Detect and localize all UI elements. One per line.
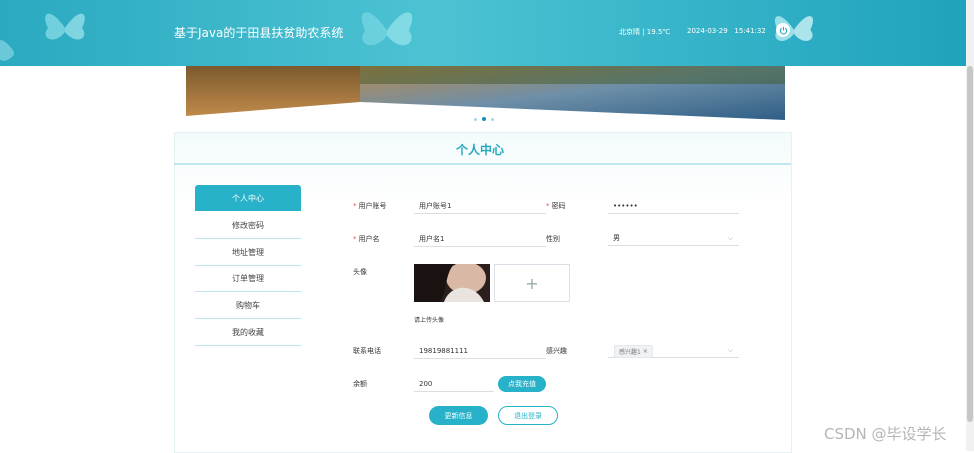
phone-input[interactable]: 19819881111 xyxy=(414,344,546,359)
gender-label-text: 性别 xyxy=(546,235,560,243)
carousel-banner[interactable] xyxy=(186,66,785,120)
balance-label-text: 余额 xyxy=(353,380,367,388)
chevron-down-icon: ⌵ xyxy=(727,234,733,242)
site-header: 基于Java的于田县扶贫助农系统 北京晴 | 19.5℃ 2024-03-29 … xyxy=(0,0,966,66)
sidebar-item-label: 订单管理 xyxy=(232,273,264,283)
sidebar-item-profile[interactable]: 个人中心 xyxy=(195,185,301,211)
account-label: * 用户账号 xyxy=(353,201,387,211)
balance-value: 200 xyxy=(419,380,433,388)
watermark: CSDN @毕设学长 xyxy=(824,425,947,443)
logout-label: 退出登录 xyxy=(514,411,542,420)
balance-input[interactable]: 200 xyxy=(414,377,494,392)
datetime: 2024-03-29 15:41:32 xyxy=(687,27,766,35)
password-label: * 密码 xyxy=(546,201,566,211)
gender-label: 性别 xyxy=(546,234,560,244)
avatar-label-text: 头像 xyxy=(353,268,367,276)
sidebar-item-change-password[interactable]: 修改密码 xyxy=(195,212,301,239)
carousel-dot[interactable] xyxy=(474,118,477,121)
time-text: 15:41:32 xyxy=(734,27,766,35)
required-mark: * xyxy=(353,202,357,210)
sidebar-item-label: 购物车 xyxy=(236,300,260,310)
plus-icon: + xyxy=(525,273,539,293)
sidebar-item-orders[interactable]: 订单管理 xyxy=(195,265,301,292)
balance-label: 余额 xyxy=(353,379,367,389)
sidebar-item-label: 修改密码 xyxy=(232,220,264,230)
sidebar-item-label: 地址管理 xyxy=(232,247,264,257)
phone-value: 19819881111 xyxy=(419,347,468,355)
power-icon xyxy=(779,26,787,34)
page-title: 个人中心 xyxy=(456,143,505,157)
sidebar-item-label: 个人中心 xyxy=(232,193,264,203)
logout-power-button[interactable] xyxy=(776,23,790,37)
phone-label: 联系电话 xyxy=(353,346,381,356)
update-label: 更新信息 xyxy=(444,411,473,420)
password-input[interactable]: •••••• xyxy=(608,199,739,214)
account-input[interactable]: 用户账号1 xyxy=(414,199,546,214)
password-value: •••••• xyxy=(613,202,638,210)
close-icon[interactable]: × xyxy=(643,348,648,355)
username-input[interactable]: 用户名1 xyxy=(414,232,546,247)
carousel-indicators xyxy=(474,117,498,122)
interest-label: 感兴趣 xyxy=(546,346,567,356)
sidebar-item-favorites[interactable]: 我的收藏 xyxy=(195,319,301,346)
sidebar-item-address[interactable]: 地址管理 xyxy=(195,239,301,266)
username-label: * 用户名 xyxy=(353,234,380,244)
carousel-dot-active[interactable] xyxy=(482,117,486,121)
username-value: 用户名1 xyxy=(419,235,445,243)
required-mark: * xyxy=(353,235,357,243)
interest-label-text: 感兴趣 xyxy=(546,347,567,355)
butterfly-decoration-icon xyxy=(45,13,85,40)
weather-info: 北京晴 | 19.5℃ xyxy=(619,28,671,36)
logout-button[interactable]: 退出登录 xyxy=(498,406,558,425)
site-title: 基于Java的于田县扶贫助农系统 xyxy=(174,26,344,40)
avatar-upload-button[interactable]: + xyxy=(494,264,570,302)
scrollbar-thumb[interactable] xyxy=(967,66,973,422)
account-value: 用户账号1 xyxy=(419,202,452,210)
gender-value: 男 xyxy=(613,234,620,242)
phone-label-text: 联系电话 xyxy=(353,347,381,355)
password-label-text: 密码 xyxy=(551,202,566,210)
account-label-text: 用户账号 xyxy=(358,202,387,210)
sidebar-item-cart[interactable]: 购物车 xyxy=(195,292,301,319)
butterfly-decoration-icon xyxy=(361,12,413,46)
date-text: 2024-03-29 xyxy=(687,27,728,35)
title-divider xyxy=(174,163,791,165)
chevron-down-icon: ⌵ xyxy=(727,346,733,354)
avatar-label: 头像 xyxy=(353,267,367,277)
avatar-image[interactable] xyxy=(414,264,490,302)
sidebar-item-label: 我的收藏 xyxy=(232,327,264,337)
recharge-button[interactable]: 点我充值 xyxy=(498,376,546,392)
username-label-text: 用户名 xyxy=(358,235,380,243)
butterfly-decoration-icon xyxy=(0,40,14,61)
required-mark: * xyxy=(546,202,550,210)
upload-hint: 请上传头像 xyxy=(414,317,445,324)
carousel-dot[interactable] xyxy=(491,118,494,121)
recharge-label: 点我充值 xyxy=(508,380,536,388)
interest-tag-text: 感兴趣1 xyxy=(619,349,641,356)
gender-select[interactable]: 男 ⌵ xyxy=(608,231,739,246)
interest-tag[interactable]: 感兴趣1 × xyxy=(614,345,653,358)
update-info-button[interactable]: 更新信息 xyxy=(429,406,488,425)
